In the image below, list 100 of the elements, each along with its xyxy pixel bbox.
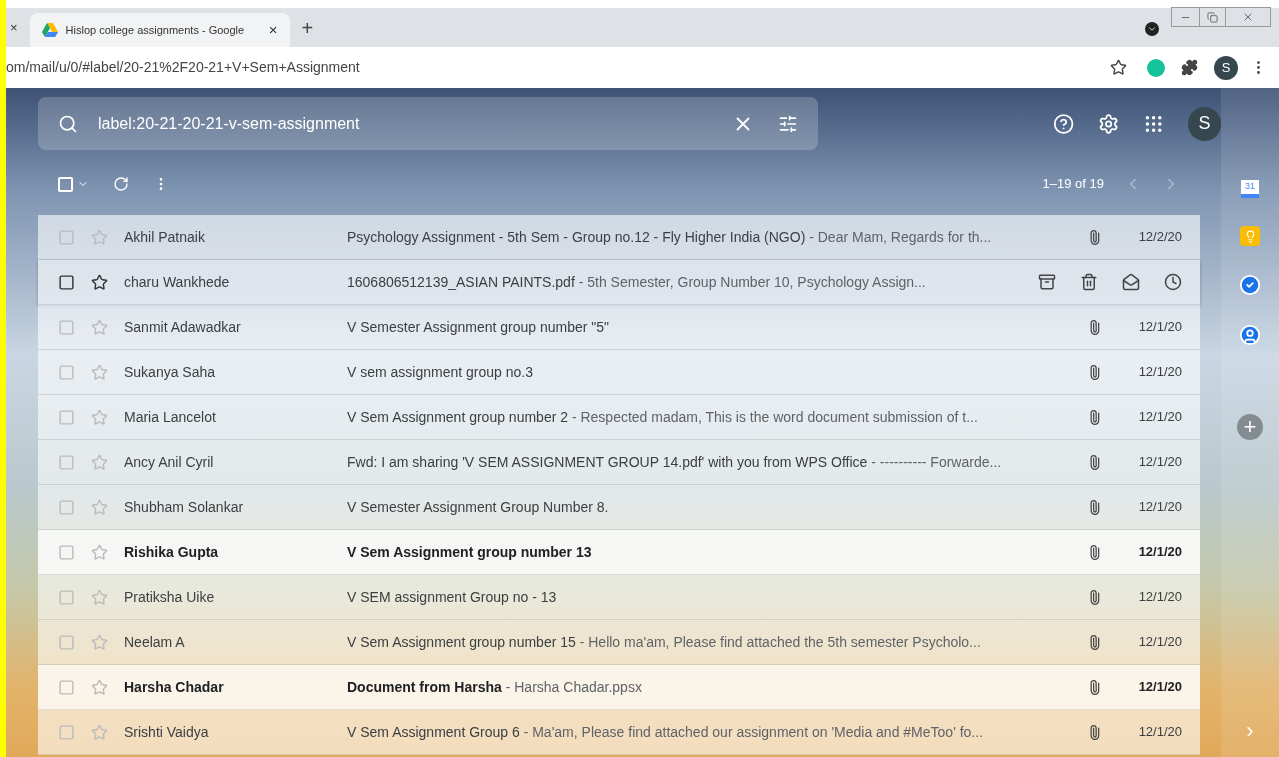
email-date: 12/1/20 [1137,318,1182,337]
email-row[interactable]: Srishti Vaidya V Sem Assignment Group 6 - Ma'am, Please find attached our assignment on 'Media and #MeToo' fo... 12/1/20 [38,710,1200,755]
close-icon [1242,11,1254,23]
mark-read-icon[interactable] [1122,273,1140,291]
email-date: 12/1/20 [1137,363,1182,382]
account-avatar[interactable]: S [1188,106,1221,141]
media-control-icon[interactable] [1145,22,1159,36]
sender-name: Pratiksha Uike [124,587,216,607]
row-checkbox[interactable] [58,453,75,471]
row-checkbox[interactable] [58,408,75,426]
calendar-icon[interactable]: 31 [1241,180,1259,198]
row-checkbox[interactable] [58,318,75,336]
email-row[interactable]: Shubham Solankar V Semester Assignment Group Number 8. 12/1/20 [38,485,1200,530]
extensions-icon[interactable] [1181,59,1198,76]
email-row[interactable]: Harsha Chadar Document from Harsha - Harsha Chadar.ppsx 12/1/20 [38,665,1200,710]
email-subject: V Semester Assignment group number "5" [347,317,611,337]
drive-logo-icon [41,23,58,37]
sender-name: Neelam A [124,632,186,652]
contacts-icon[interactable] [1239,324,1261,346]
tab-close-button[interactable]: × [6,17,22,38]
star-icon[interactable] [91,363,108,381]
sender-name: Sukanya Saha [124,362,217,382]
row-checkbox[interactable] [58,723,75,741]
row-checkbox[interactable] [58,498,75,516]
row-checkbox[interactable] [58,273,75,291]
sender-name: charu Wankhede [124,272,231,292]
search-bar[interactable]: label:20-21-20-21-v-sem-assignment [38,97,818,150]
url-field[interactable]: om/mail/u/0/#label/20-21%2F20-21+V+Sem+Assignment [6,57,360,78]
caret-icon [1147,24,1157,34]
row-checkbox[interactable] [58,228,75,246]
email-row[interactable]: Akhil Patnaik Psychology Assignment - 5th Sem - Group no.12 - Fly Higher India (NGO) - Dear Mam, Regards for th... 12/2/20 [38,215,1200,260]
bookmark-star-icon[interactable] [1110,59,1127,76]
sender-name: Sanmit Adawadkar [124,317,242,337]
sender-name: Rishika Gupta [124,542,220,562]
email-row[interactable]: charu Wankhede 1606806512139_ASIAN PAINTS.pdf - 5th Semester, Group Number 10, Psychology Assign... [38,260,1200,305]
sender-name: Akhil Patnaik [124,227,206,247]
email-subject: V Sem Assignment group number 13 [347,542,593,562]
star-icon[interactable] [91,453,108,471]
email-date: 12/1/20 [1137,498,1182,517]
keep-icon[interactable] [1240,226,1260,246]
help-icon[interactable] [1052,112,1074,135]
select-all-checkbox[interactable] [58,176,73,192]
star-icon[interactable] [91,678,108,696]
email-subject: V Sem Assignment group number 2 - Respected madam, This is the word document submission of t... [347,407,979,427]
email-row[interactable]: Sukanya Saha V sem assignment group no.3 12/1/20 [38,350,1200,395]
email-subject: Fwd: I am sharing 'V SEM ASSIGNMENT GROUP 14.pdf' with you from WPS Office - ---------- Forwarde... [347,452,1003,472]
archive-icon[interactable] [1038,273,1056,291]
extension-icon[interactable] [1147,58,1165,77]
row-checkbox[interactable] [58,678,75,696]
star-icon[interactable] [91,543,108,561]
email-date: 12/1/20 [1137,408,1182,427]
star-icon[interactable] [91,228,108,246]
row-checkbox[interactable] [58,363,75,381]
sender-name: Shubham Solankar [124,497,245,517]
restore-icon [1207,11,1218,23]
star-icon[interactable] [91,588,108,606]
email-date: 12/1/20 [1137,588,1182,607]
tab-close-button[interactable]: × [268,18,278,42]
star-icon[interactable] [91,273,108,291]
star-icon[interactable] [91,633,108,651]
row-checkbox[interactable] [58,588,75,606]
sender-name: Maria Lancelot [124,407,217,427]
email-subject: V sem assignment group no.3 [347,362,534,382]
star-icon[interactable] [91,318,108,336]
email-date: 12/2/20 [1137,228,1182,247]
star-icon[interactable] [91,723,108,741]
email-row[interactable]: Maria Lancelot V Sem Assignment group number 2 - Respected madam, This is the word document submission of t... 12/1/20 [38,395,1200,440]
star-icon[interactable] [91,408,108,426]
snooze-icon[interactable] [1164,273,1182,291]
delete-icon[interactable] [1080,273,1098,291]
sender-name: Harsha Chadar [124,677,225,697]
row-checkbox[interactable] [58,543,75,561]
email-row[interactable]: Pratiksha Uike V SEM assignment Group no - 13 12/1/20 [38,575,1200,620]
tab-title: Hislop college assignments - Google [65,22,245,38]
new-tab-button[interactable]: + [301,12,314,43]
email-date: 12/1/20 [1137,453,1182,472]
email-subject: V Sem Assignment group number 15 - Hello ma'am, Please find attached the 5th semester Psycholo... [347,632,982,652]
email-row[interactable]: Sanmit Adawadkar V Semester Assignment group number "5" 12/1/20 [38,305,1200,350]
email-subject: Document from Harsha - Harsha Chadar.ppsx [347,677,643,697]
profile-avatar[interactable]: S [1214,55,1238,80]
sender-name: Ancy Anil Cyril [124,452,215,472]
email-subject: V Semester Assignment Group Number 8. [347,497,610,517]
email-date: 12/1/20 [1137,678,1182,697]
search-options-icon[interactable] [777,113,798,134]
email-row[interactable]: Neelam A V Sem Assignment group number 15 - Hello ma'am, Please find attached the 5th semester Psycholo... 12/1/20 [38,620,1200,665]
email-row[interactable]: Ancy Anil Cyril Fwd: I am sharing 'V SEM ASSIGNMENT GROUP 14.pdf' with you from WPS Office - ---------- Forwarde... 12/1/20 [38,440,1200,485]
row-checkbox[interactable] [58,633,75,651]
email-date: 12/1/20 [1137,543,1182,562]
refresh-icon[interactable] [113,176,129,192]
email-date: 12/1/20 [1137,723,1182,742]
settings-icon[interactable] [1097,112,1119,135]
search-query: label:20-21-20-21-v-sem-assignment [98,113,360,134]
email-date: 12/1/20 [1137,633,1182,652]
page-count: 1–19 of 19 [1042,175,1104,194]
browser-tab[interactable]: Hislop college assignments - Google × [29,13,290,47]
tasks-icon[interactable] [1239,274,1261,296]
search-icon[interactable] [58,113,78,134]
star-icon[interactable] [91,498,108,516]
sender-name: Srishti Vaidya [124,722,210,742]
email-row[interactable]: Rishika Gupta V Sem Assignment group number 13 12/1/20 [38,530,1200,575]
